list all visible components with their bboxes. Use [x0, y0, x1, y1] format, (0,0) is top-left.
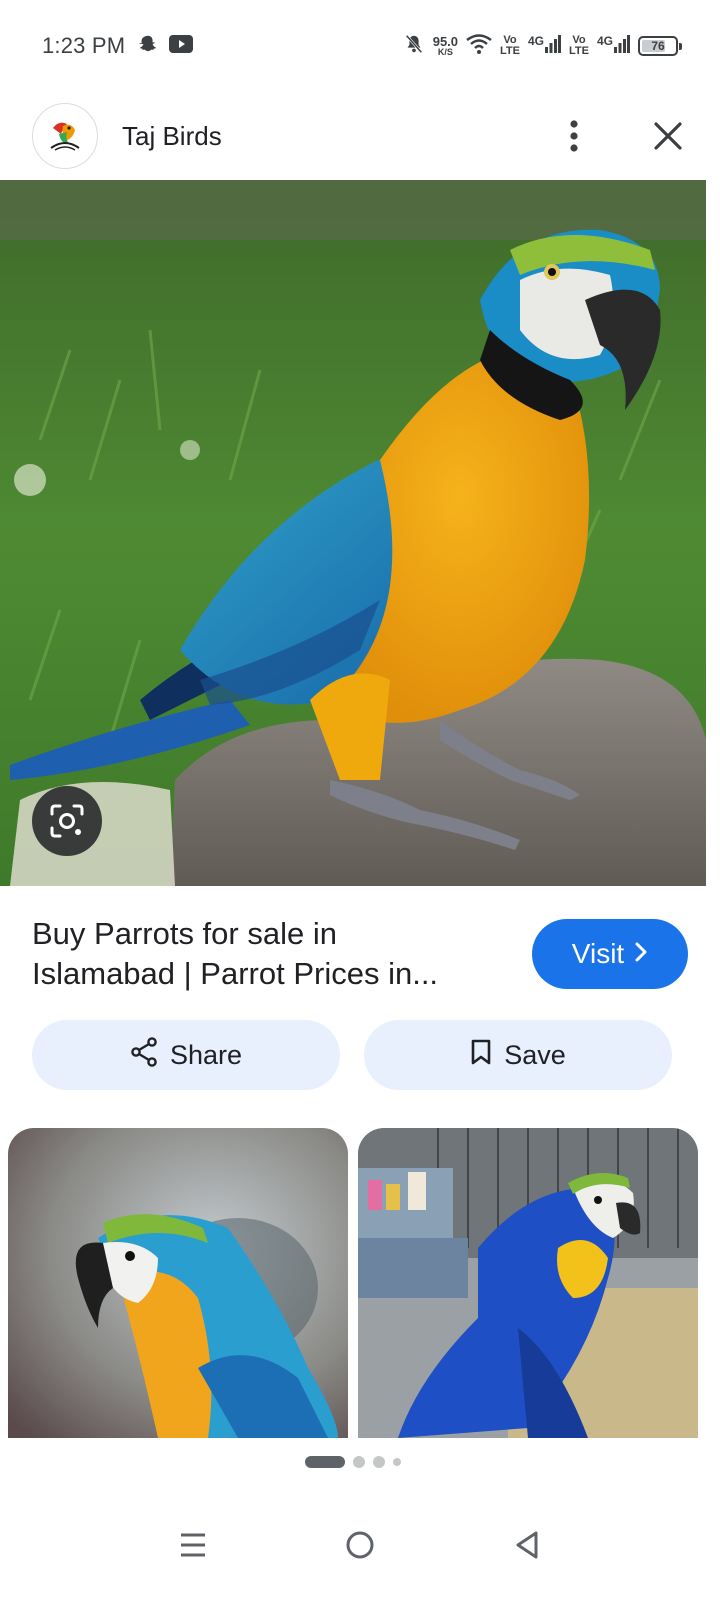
result-title-row: Buy Parrots for sale in Islamabad | Parr…: [32, 904, 688, 1004]
back-icon[interactable]: [502, 1520, 552, 1570]
image-pagination: [0, 1456, 706, 1468]
sim2-volte: Vo LTE: [569, 34, 589, 57]
signal-icon: [614, 34, 630, 58]
sim1-signal: 4G: [528, 34, 562, 58]
sim2-signal: 4G: [597, 34, 630, 58]
home-icon[interactable]: [335, 1520, 385, 1570]
macaw-cage-photo: [358, 1128, 698, 1438]
page-dot[interactable]: [393, 1458, 401, 1466]
visit-button[interactable]: Visit: [532, 919, 688, 989]
macaw-profile-photo: [8, 1128, 348, 1438]
related-image[interactable]: [8, 1128, 348, 1438]
status-time: 1:23 PM: [42, 33, 126, 58]
site-name: Taj Birds: [122, 120, 222, 151]
youtube-icon: [169, 34, 194, 58]
share-label: Share: [169, 1039, 243, 1070]
net-speed: 95.0 K/S: [433, 35, 458, 57]
chevron-right-icon: [634, 938, 648, 970]
page-dot[interactable]: [353, 1456, 365, 1468]
parrot-photo: [0, 180, 706, 886]
result-actions: Share Save: [32, 1020, 672, 1090]
result-header: Taj Birds: [0, 92, 720, 180]
close-icon[interactable]: [648, 116, 688, 156]
status-bar: 1:23 PM 95.0 K/S Vo LTE 4G Vo LTE 4G 76: [0, 0, 720, 92]
net-speed-unit: K/S: [437, 47, 453, 57]
page-dot[interactable]: [373, 1456, 385, 1468]
wifi-icon: [466, 33, 492, 59]
sim1-volte: Vo LTE: [500, 34, 520, 57]
bell-off-icon: [403, 32, 425, 61]
more-vert-icon[interactable]: [554, 116, 594, 156]
related-images: [8, 1128, 698, 1438]
share-button[interactable]: Share: [32, 1020, 340, 1090]
system-nav-bar: [0, 1490, 720, 1600]
result-image[interactable]: [0, 180, 706, 886]
result-title[interactable]: Buy Parrots for sale in Islamabad | Parr…: [32, 914, 482, 994]
lens-search-icon[interactable]: [32, 786, 102, 856]
snapchat-icon: [137, 33, 159, 60]
page-dot-active[interactable]: [305, 1456, 345, 1468]
signal-icon: [545, 34, 562, 58]
battery-icon: 76: [638, 36, 682, 56]
visit-label: Visit: [571, 938, 625, 969]
battery-level: 76: [651, 39, 665, 53]
menu-icon[interactable]: [168, 1520, 218, 1570]
save-label: Save: [504, 1039, 566, 1070]
site-logo-icon[interactable]: [32, 103, 98, 169]
bookmark-icon: [470, 1038, 492, 1073]
related-image[interactable]: [358, 1128, 698, 1438]
share-icon: [130, 1036, 158, 1074]
save-button[interactable]: Save: [364, 1020, 672, 1090]
